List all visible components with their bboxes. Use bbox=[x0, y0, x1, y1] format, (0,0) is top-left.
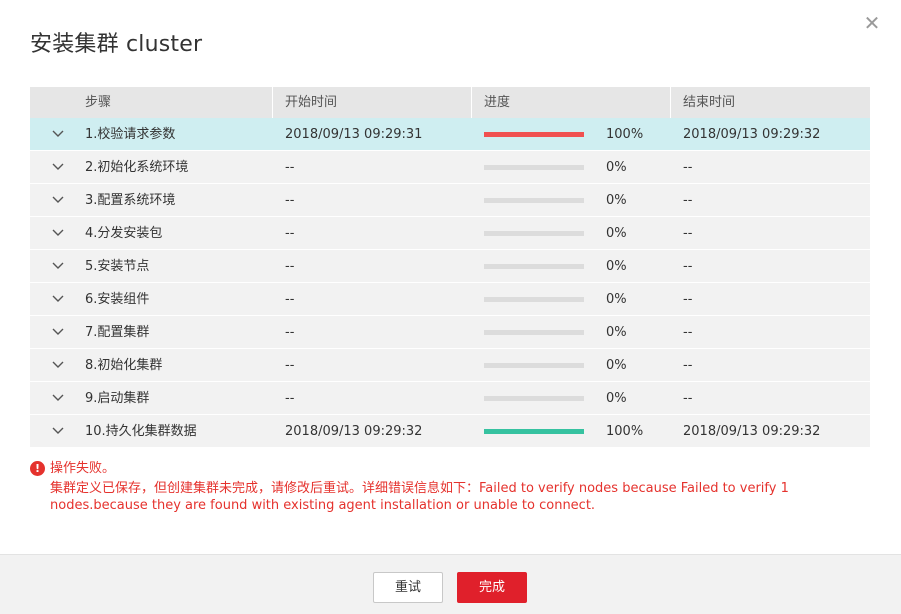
progress-cell: 0% bbox=[472, 151, 671, 184]
progress-cell: 0% bbox=[472, 217, 671, 250]
progress-cell: 100% bbox=[472, 118, 671, 151]
start-time: -- bbox=[285, 291, 295, 307]
steps-table: 步骤 开始时间 进度 结束时间 1.校验请求参数 2018/09/13 09:29… bbox=[30, 87, 870, 448]
progress-percent: 0% bbox=[606, 225, 627, 241]
step-name: 6.安装组件 bbox=[85, 291, 150, 307]
progress-bar bbox=[484, 296, 584, 302]
progress-bar-fill bbox=[484, 428, 584, 434]
table-row[interactable]: 1.校验请求参数 2018/09/13 09:29:31 100% 2018/09/1… bbox=[30, 118, 870, 151]
progress-percent: 0% bbox=[606, 390, 627, 406]
step-name: 2.初始化系统环境 bbox=[85, 159, 189, 175]
progress-bar bbox=[484, 197, 584, 203]
progress-cell: 0% bbox=[472, 250, 671, 283]
error-title: 操作失败。 bbox=[50, 461, 116, 476]
progress-bar bbox=[484, 263, 584, 269]
end-time: 2018/09/13 09:29:32 bbox=[683, 423, 821, 439]
step-name: 3.配置系统环境 bbox=[85, 192, 176, 208]
progress-percent: 0% bbox=[606, 357, 627, 373]
progress-percent: 0% bbox=[606, 192, 627, 208]
start-time: -- bbox=[285, 357, 295, 373]
start-time: -- bbox=[285, 258, 295, 274]
end-time: -- bbox=[683, 159, 693, 175]
end-time: -- bbox=[683, 291, 693, 307]
dialog-footer: 重试 完成 bbox=[0, 554, 901, 614]
retry-button[interactable]: 重试 bbox=[373, 572, 443, 603]
step-name: 10.持久化集群数据 bbox=[85, 423, 197, 439]
progress-cell: 100% bbox=[472, 415, 671, 448]
table-row[interactable]: 3.配置系统环境 -- 0% -- bbox=[30, 184, 870, 217]
progress-bar-fill bbox=[484, 131, 584, 137]
progress-percent: 0% bbox=[606, 258, 627, 274]
start-time: -- bbox=[285, 225, 295, 241]
progress-percent: 0% bbox=[606, 159, 627, 175]
end-time: -- bbox=[683, 225, 693, 241]
progress-bar bbox=[484, 131, 584, 137]
table-row[interactable]: 8.初始化集群 -- 0% -- bbox=[30, 349, 870, 382]
end-time: -- bbox=[683, 357, 693, 373]
step-name: 9.启动集群 bbox=[85, 390, 150, 406]
chevron-down-icon[interactable] bbox=[30, 415, 85, 448]
chevron-down-icon[interactable] bbox=[30, 217, 85, 250]
table-row[interactable]: 4.分发安装包 -- 0% -- bbox=[30, 217, 870, 250]
progress-bar bbox=[484, 362, 584, 368]
step-name: 4.分发安装包 bbox=[85, 225, 163, 241]
progress-percent: 0% bbox=[606, 291, 627, 307]
chevron-down-icon[interactable] bbox=[30, 382, 85, 415]
start-time: 2018/09/13 09:29:32 bbox=[285, 423, 423, 439]
chevron-down-icon[interactable] bbox=[30, 118, 85, 151]
close-icon[interactable]: ✕ bbox=[862, 13, 882, 33]
table-body: 1.校验请求参数 2018/09/13 09:29:31 100% 2018/09/1… bbox=[30, 118, 870, 448]
table-row[interactable]: 9.启动集群 -- 0% -- bbox=[30, 382, 870, 415]
progress-cell: 0% bbox=[472, 382, 671, 415]
exclamation-icon: ! bbox=[30, 461, 45, 476]
table-row[interactable]: 10.持久化集群数据 2018/09/13 09:29:32 100% 2018/09… bbox=[30, 415, 870, 448]
end-time: 2018/09/13 09:29:32 bbox=[683, 126, 821, 142]
progress-cell: 0% bbox=[472, 283, 671, 316]
table-row[interactable]: 2.初始化系统环境 -- 0% -- bbox=[30, 151, 870, 184]
start-time: -- bbox=[285, 324, 295, 340]
chevron-down-icon[interactable] bbox=[30, 316, 85, 349]
step-name: 7.配置集群 bbox=[85, 324, 150, 340]
end-time: -- bbox=[683, 192, 693, 208]
start-time: -- bbox=[285, 159, 295, 175]
progress-percent: 100% bbox=[606, 126, 644, 142]
start-time: -- bbox=[285, 390, 295, 406]
progress-percent: 100% bbox=[606, 423, 644, 439]
end-time: -- bbox=[683, 258, 693, 274]
table-row[interactable]: 7.配置集群 -- 0% -- bbox=[30, 316, 870, 349]
end-time: -- bbox=[683, 390, 693, 406]
header-start-time: 开始时间 bbox=[273, 87, 472, 118]
chevron-down-icon[interactable] bbox=[30, 283, 85, 316]
chevron-down-icon[interactable] bbox=[30, 349, 85, 382]
progress-bar bbox=[484, 164, 584, 170]
progress-percent: 0% bbox=[606, 324, 627, 340]
progress-cell: 0% bbox=[472, 349, 671, 382]
chevron-down-icon[interactable] bbox=[30, 184, 85, 217]
start-time: 2018/09/13 09:29:31 bbox=[285, 126, 423, 142]
step-name: 5.安装节点 bbox=[85, 258, 150, 274]
end-time: -- bbox=[683, 324, 693, 340]
progress-bar bbox=[484, 395, 584, 401]
progress-bar bbox=[484, 329, 584, 335]
header-step: 步骤 bbox=[30, 87, 273, 118]
progress-bar bbox=[484, 230, 584, 236]
chevron-down-icon[interactable] bbox=[30, 250, 85, 283]
step-name: 8.初始化集群 bbox=[85, 357, 163, 373]
done-button[interactable]: 完成 bbox=[457, 572, 527, 603]
progress-cell: 0% bbox=[472, 316, 671, 349]
table-header: 步骤 开始时间 进度 结束时间 bbox=[30, 87, 870, 118]
table-row[interactable]: 6.安装组件 -- 0% -- bbox=[30, 283, 870, 316]
error-message: 集群定义已保存，但创建集群未完成，请修改后重试。详细错误信息如下：Failed … bbox=[50, 481, 789, 513]
step-name: 1.校验请求参数 bbox=[85, 126, 176, 142]
progress-cell: 0% bbox=[472, 184, 671, 217]
start-time: -- bbox=[285, 192, 295, 208]
dialog-title: 安装集群 cluster bbox=[30, 32, 203, 57]
progress-bar bbox=[484, 428, 584, 434]
table-row[interactable]: 5.安装节点 -- 0% -- bbox=[30, 250, 870, 283]
install-cluster-dialog: 安装集群 cluster ✕ 步骤 开始时间 进度 结束时间 1.校验请求参数 2… bbox=[0, 0, 901, 614]
header-end-time: 结束时间 bbox=[683, 95, 736, 110]
chevron-down-icon[interactable] bbox=[30, 151, 85, 184]
header-progress: 进度 bbox=[472, 87, 671, 118]
